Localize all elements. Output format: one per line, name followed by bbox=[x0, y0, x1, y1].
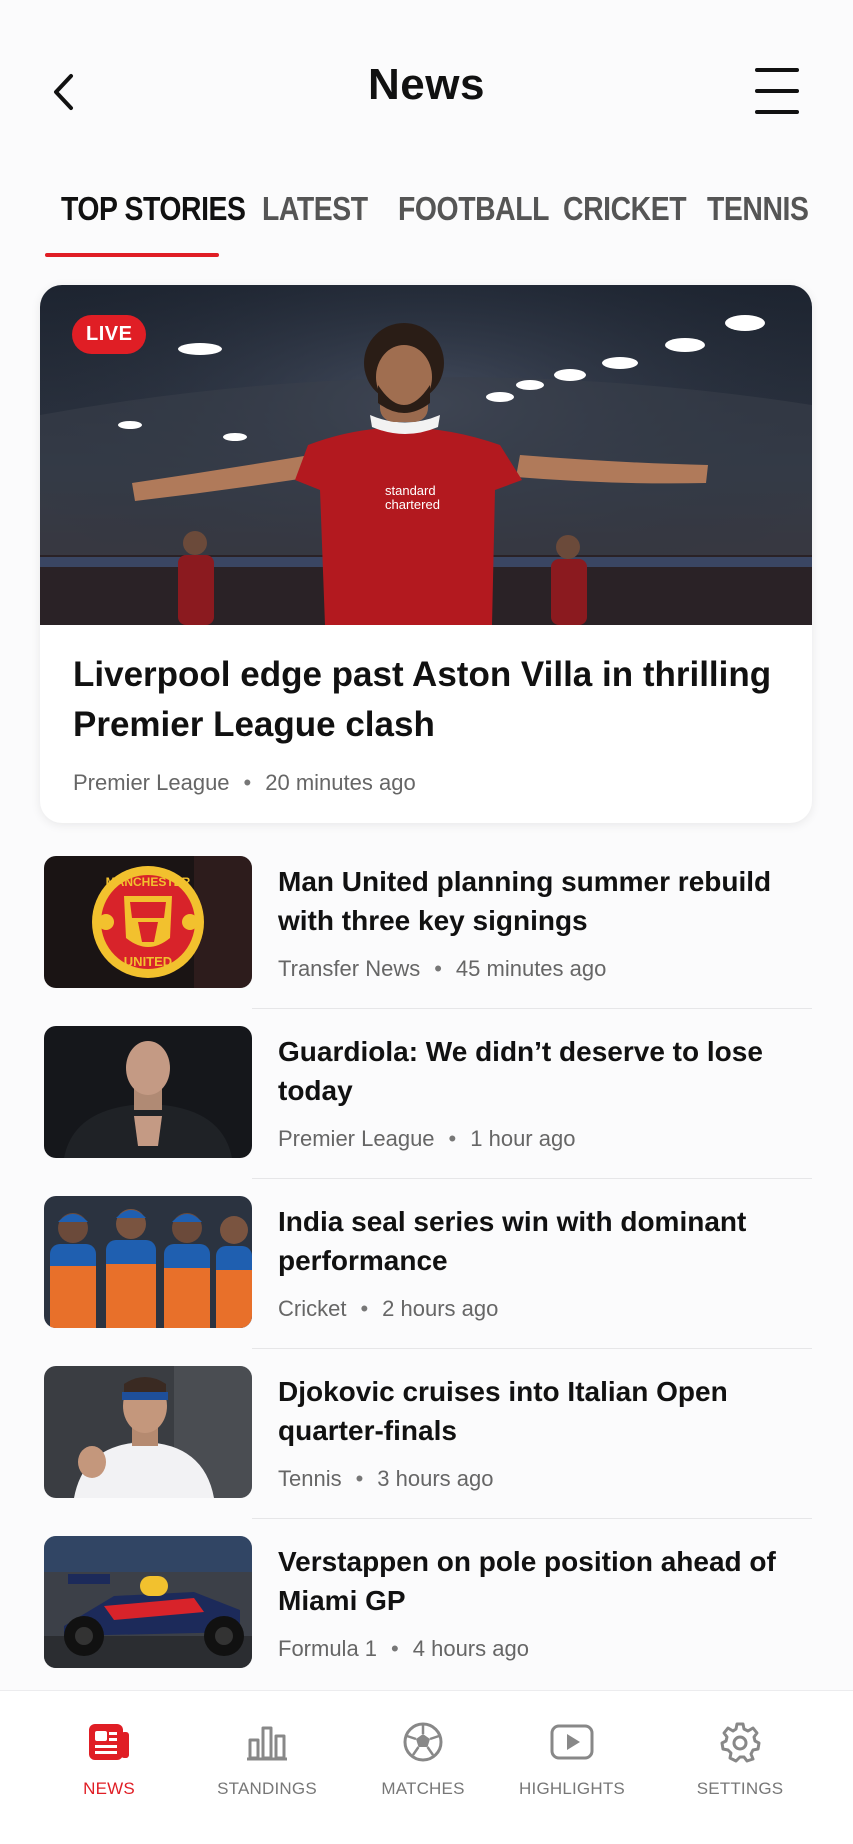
tab-cricket[interactable]: CRICKET bbox=[563, 190, 687, 228]
news-meta: Premier League • 1 hour ago bbox=[278, 1126, 575, 1152]
meta-separator: • bbox=[355, 1466, 364, 1491]
nav-highlights[interactable]: HIGHLIGHTS bbox=[497, 1717, 647, 1799]
nav-label: SETTINGS bbox=[696, 1779, 784, 1798]
nav-matches[interactable]: MATCHES bbox=[348, 1717, 498, 1799]
news-time: 4 hours ago bbox=[412, 1636, 529, 1661]
djokovic-photo bbox=[44, 1366, 252, 1498]
divider bbox=[252, 1008, 812, 1009]
news-category: Formula 1 bbox=[278, 1636, 378, 1661]
bottom-navigation: NEWS STANDINGS MATCHES HIGHLIGHTS SETTIN… bbox=[0, 1690, 853, 1844]
bar-chart-icon bbox=[247, 1726, 287, 1761]
featured-story-card[interactable]: standard chartered LIVE Liverpool edge p… bbox=[40, 285, 812, 823]
news-headline: Guardiola: We didn’t deserve to lose tod… bbox=[278, 1036, 763, 1106]
news-item[interactable]: Guardiola: We didn’t deserve to lose tod… bbox=[44, 1026, 812, 1160]
guardiola-photo bbox=[44, 1026, 252, 1158]
nav-settings[interactable]: SETTINGS bbox=[665, 1717, 815, 1799]
man-united-crest-image: MANCHESTER UNITED bbox=[44, 856, 252, 988]
crest-top-text: MANCHESTER bbox=[106, 875, 191, 889]
featured-headline: Liverpool edge past Aston Villa in thril… bbox=[73, 655, 772, 744]
news-category: Premier League bbox=[278, 1126, 435, 1151]
divider bbox=[252, 1178, 812, 1179]
news-item[interactable]: Verstappen on pole position ahead of Mia… bbox=[44, 1536, 812, 1670]
meta-separator: • bbox=[360, 1296, 369, 1321]
svg-text:standard: standard bbox=[385, 483, 436, 498]
tab-football[interactable]: FOOTBALL bbox=[398, 190, 549, 228]
news-item[interactable]: MANCHESTER UNITED Man United planning su… bbox=[44, 856, 812, 990]
menu-button[interactable] bbox=[755, 68, 799, 114]
f1-car-photo bbox=[44, 1536, 252, 1668]
news-meta: Cricket • 2 hours ago bbox=[278, 1296, 498, 1322]
india-cricket-team-photo bbox=[44, 1196, 252, 1328]
featured-meta: Premier League • 20 minutes ago bbox=[73, 770, 416, 796]
nav-label: HIGHLIGHTS bbox=[519, 1779, 625, 1798]
nav-label: NEWS bbox=[83, 1779, 135, 1798]
news-item[interactable]: Djokovic cruises into Italian Open quart… bbox=[44, 1366, 812, 1500]
news-meta: Tennis • 3 hours ago bbox=[278, 1466, 494, 1492]
svg-text:chartered: chartered bbox=[385, 497, 440, 512]
featured-time: 20 minutes ago bbox=[265, 770, 416, 795]
news-headline: Verstappen on pole position ahead of Mia… bbox=[278, 1546, 776, 1616]
live-badge: LIVE bbox=[72, 315, 147, 354]
news-time: 1 hour ago bbox=[470, 1126, 576, 1151]
news-category: Tennis bbox=[278, 1466, 342, 1491]
tab-latest[interactable]: LATEST bbox=[262, 190, 368, 228]
meta-separator: • bbox=[448, 1126, 457, 1151]
hamburger-menu-icon bbox=[755, 68, 799, 72]
news-thumbnail bbox=[44, 1196, 252, 1328]
gear-icon bbox=[720, 1722, 761, 1763]
newspaper-icon bbox=[89, 1724, 129, 1760]
news-time: 3 hours ago bbox=[377, 1466, 494, 1491]
news-meta: Transfer News • 45 minutes ago bbox=[278, 956, 606, 982]
tab-tennis[interactable]: TENNIS bbox=[707, 190, 809, 228]
nav-label: STANDINGS bbox=[217, 1779, 317, 1798]
soccer-ball-icon bbox=[403, 1722, 443, 1762]
nav-news[interactable]: NEWS bbox=[34, 1717, 184, 1799]
news-time: 2 hours ago bbox=[382, 1296, 499, 1321]
news-thumbnail bbox=[44, 1026, 252, 1158]
news-headline: India seal series win with dominant perf… bbox=[278, 1206, 747, 1276]
meta-separator: • bbox=[434, 956, 442, 981]
page-title: News bbox=[368, 60, 485, 109]
divider bbox=[252, 1518, 812, 1519]
nav-label: MATCHES bbox=[381, 1779, 465, 1798]
news-thumbnail: MANCHESTER UNITED bbox=[44, 856, 252, 988]
meta-separator: • bbox=[243, 770, 252, 795]
active-tab-indicator bbox=[45, 253, 219, 257]
news-thumbnail bbox=[44, 1366, 252, 1498]
crest-bottom-text: UNITED bbox=[124, 954, 172, 969]
featured-story-image: standard chartered bbox=[40, 285, 812, 625]
nav-standings[interactable]: STANDINGS bbox=[192, 1717, 342, 1799]
category-tabs: TOP STORIES LATEST FOOTBALL CRICKET TENN… bbox=[0, 190, 853, 260]
tab-top-stories[interactable]: TOP STORIES bbox=[61, 190, 246, 228]
news-thumbnail bbox=[44, 1536, 252, 1668]
news-headline: Man United planning summer rebuild with … bbox=[278, 866, 772, 936]
news-category: Transfer News bbox=[278, 956, 421, 981]
meta-separator: • bbox=[391, 1636, 399, 1661]
app-header: News bbox=[0, 0, 853, 180]
play-video-icon bbox=[550, 1724, 594, 1760]
news-time: 45 minutes ago bbox=[455, 956, 607, 981]
news-item[interactable]: India seal series win with dominant perf… bbox=[44, 1196, 812, 1330]
divider bbox=[252, 1348, 812, 1349]
news-category: Cricket bbox=[278, 1296, 347, 1321]
news-headline: Djokovic cruises into Italian Open quart… bbox=[278, 1376, 728, 1446]
news-meta: Formula 1 • 4 hours ago bbox=[278, 1636, 529, 1662]
featured-category: Premier League bbox=[73, 770, 230, 795]
